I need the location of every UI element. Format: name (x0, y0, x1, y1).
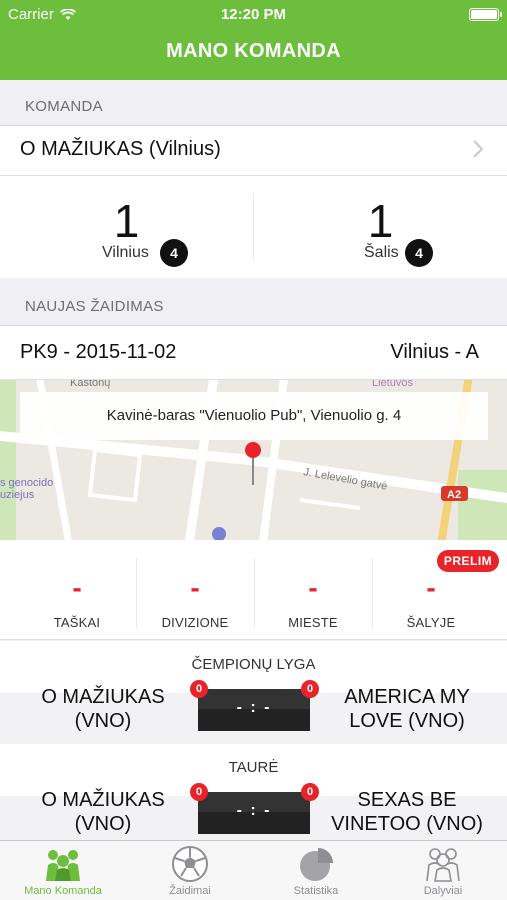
pie-chart-icon (300, 848, 333, 881)
match-1-home-badge: 0 (190, 680, 208, 698)
venue-map[interactable]: Kaštonų J. Lelevelio gatvė Lietuvos s ge… (0, 380, 507, 540)
tab-statistics-label: Statistika (293, 885, 339, 897)
tab-my-team-label: Mano Komanda (24, 885, 102, 897)
match-card-2[interactable]: TAURĖ O MAŽIUKAS (VNO) SEXAS BE VINETOO … (0, 744, 507, 840)
stat-city: - MIESTE (254, 540, 372, 640)
match-1-score-value: - : - (236, 699, 272, 716)
tab-participants[interactable]: Dalyviai (380, 841, 506, 900)
match-card-1[interactable]: ČEMPIONŲ LYGA O MAŽIUKAS (VNO) AMERICA M… (0, 641, 507, 745)
stat-points-label: TAŠKAI (53, 615, 101, 630)
rankings-panel: 1 Vilnius 4 1 Šalis 4 (0, 176, 507, 278)
map-museum-label-2: uziejus (0, 489, 35, 501)
ball-icon (172, 846, 208, 882)
stat-city-label: MIESTE (288, 615, 338, 630)
stat-division: - DIVIZIONE (136, 540, 254, 640)
tab-bar: Mano Komanda Žaidimai Statistika Dalyvia… (0, 840, 507, 900)
stat-country-label: ŠALYJE (406, 615, 456, 630)
tab-games-label: Žaidimai (169, 885, 211, 897)
tab-statistics[interactable]: Statistika (253, 841, 379, 900)
stat-points-value: - (72, 572, 82, 603)
new-game-section-label: NAUJAS ŽAIDIMAS (25, 298, 164, 315)
match-1-away-team: AMERICA MY LOVE (VNO) (344, 686, 470, 732)
country-rank[interactable]: 1 Šalis 4 (254, 176, 507, 278)
navigation-bar: Carrier 12:20 PM MANO KOMANDA (0, 0, 507, 80)
match-2-away-team: SEXAS BE VINETOO (VNO) (331, 789, 483, 835)
map-road-label: A2 (447, 489, 461, 501)
match-2-home-badge: 0 (190, 783, 208, 801)
map-museum-label: s genocido (0, 477, 53, 489)
team-row[interactable]: O MAŽIUKAS (Vilnius) (0, 126, 507, 176)
stat-city-value: - (308, 572, 318, 603)
city-rank-value: 1 (113, 195, 140, 247)
game-stats: - TAŠKAI - DIVIZIONE - MIESTE - ŠALYJE (0, 540, 507, 640)
match-2-score: - : - (198, 792, 310, 834)
battery-icon (469, 8, 502, 21)
match-2-score-value: - : - (236, 802, 272, 819)
new-game-row[interactable]: PK9 - 2015-11-02 Vilnius - A (0, 326, 507, 380)
players-icon (426, 848, 460, 882)
match-1-title: ČEMPIONŲ LYGA (191, 656, 316, 673)
match-1-away-badge: 0 (301, 680, 319, 698)
stat-points: - TAŠKAI (18, 540, 136, 640)
tab-participants-label: Dalyviai (423, 885, 463, 897)
stat-division-value: - (190, 572, 200, 603)
match-1-home-team: O MAŽIUKAS (VNO) (41, 686, 165, 732)
status-bar: Carrier 12:20 PM (0, 0, 507, 30)
city-rank[interactable]: 1 Vilnius 4 (0, 176, 253, 278)
stat-division-label: DIVIZIONE (161, 615, 229, 630)
team-section-header: KOMANDA (0, 80, 507, 126)
clock: 12:20 PM (220, 6, 287, 23)
team-icon (46, 850, 80, 881)
venue-address: Kavinė-baras "Vienuolio Pub", Vienuolio … (20, 392, 488, 440)
map-pin-icon (245, 442, 261, 458)
country-rank-label: Šalis (364, 244, 399, 261)
country-rank-value: 1 (367, 195, 394, 247)
team-section-label: KOMANDA (25, 98, 103, 115)
city-rank-label: Vilnius (102, 244, 149, 261)
match-1-score: - : - (198, 689, 310, 731)
stat-country-value: - (426, 572, 436, 603)
page-title: MANO KOMANDA (166, 40, 341, 62)
country-count-badge: 4 (405, 239, 433, 267)
tab-my-team[interactable]: Mano Komanda (0, 841, 126, 900)
map-street-label: Kaštonų (70, 380, 110, 389)
match-2-home-team: O MAŽIUKAS (VNO) (41, 789, 165, 835)
prelim-badge: PRELIM (437, 550, 499, 572)
match-2-away-badge: 0 (301, 783, 319, 801)
map-poi-label: Lietuvos (372, 380, 413, 389)
game-code-date: PK9 - 2015-11-02 (20, 341, 177, 363)
match-2-title: TAURĖ (228, 759, 279, 776)
tab-games[interactable]: Žaidimai (127, 841, 253, 900)
game-league: Vilnius - A (390, 341, 479, 363)
new-game-section-header: NAUJAS ŽAIDIMAS (0, 280, 507, 326)
city-count-badge: 4 (160, 239, 188, 267)
chevron-right-icon (473, 138, 484, 164)
team-name: O MAŽIUKAS (Vilnius) (20, 138, 221, 160)
